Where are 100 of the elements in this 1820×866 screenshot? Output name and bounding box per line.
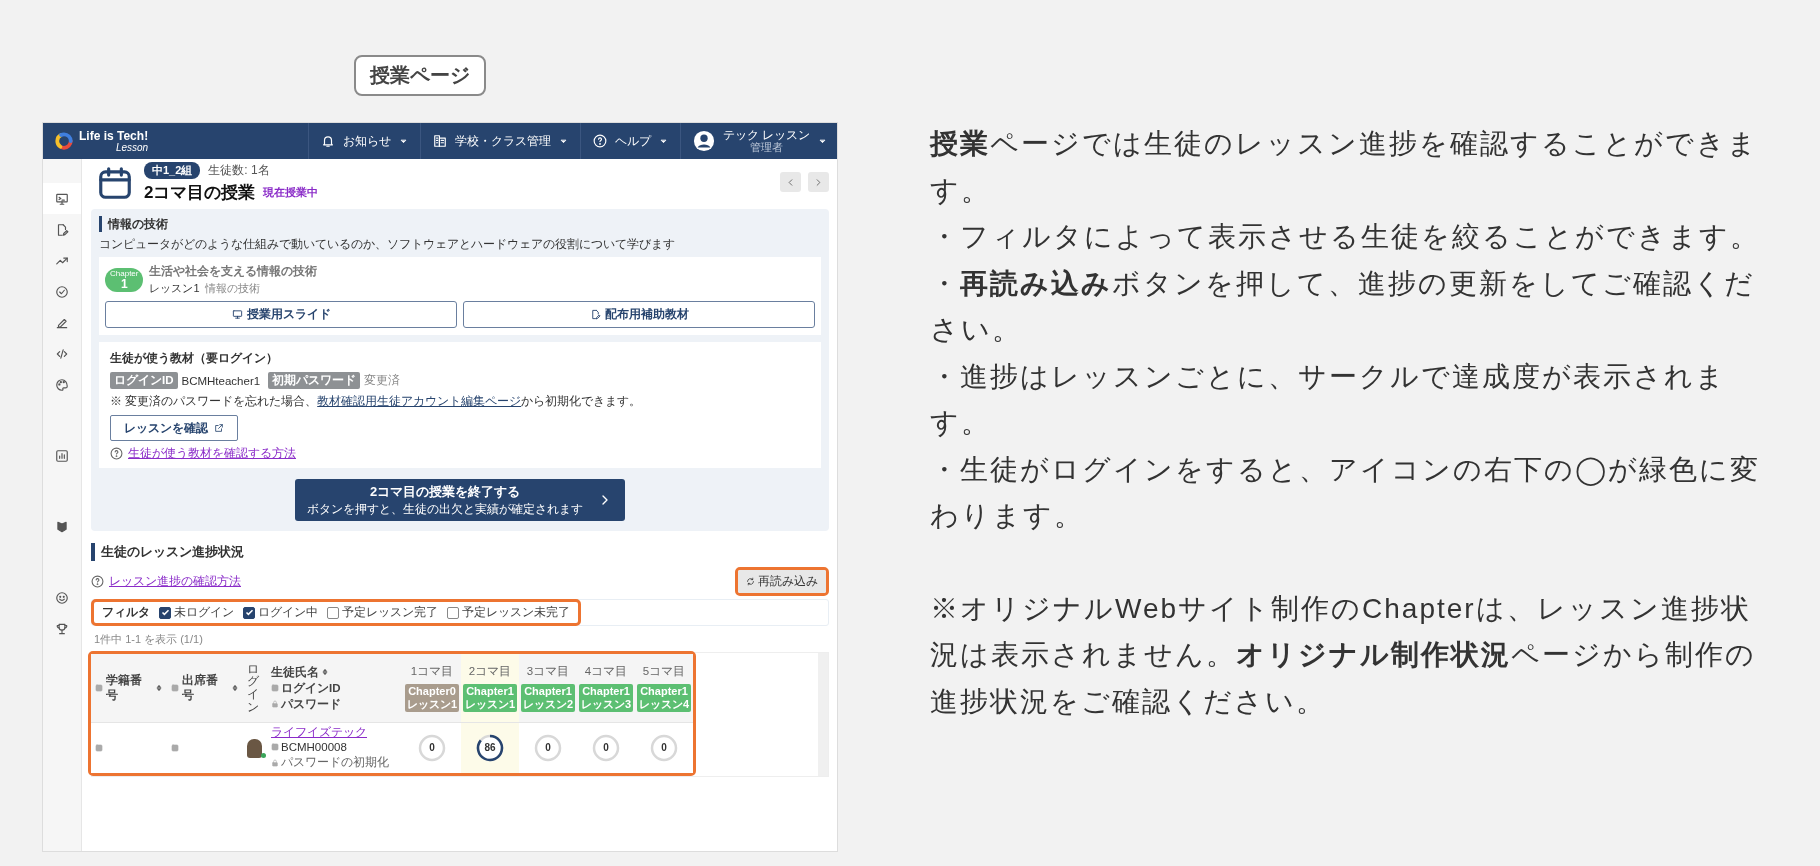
external-link-icon	[214, 423, 224, 433]
check-lesson-button[interactable]: レッスンを確認	[110, 415, 238, 441]
calendar-icon	[96, 164, 134, 202]
monitor-icon	[55, 191, 69, 206]
description-text: ・フィルタによって表示させる生徒を絞ることができます。	[930, 220, 1761, 254]
period-label: 1コマ目	[410, 663, 454, 679]
id-icon	[171, 684, 179, 692]
id-icon	[171, 744, 179, 752]
progress-ring	[650, 734, 678, 762]
progress-value: 86	[484, 743, 496, 753]
progress-ring	[534, 734, 562, 762]
progress-value: 0	[603, 743, 609, 753]
column-header: パスワード	[281, 696, 341, 712]
chapter-title: 生活や社会を支える情報の技術	[149, 263, 318, 280]
help-icon	[110, 447, 123, 460]
description-text: ・再読み込みボタンを押して、進捗の更新をしてご確認ください。	[930, 266, 1756, 347]
checkmark-icon	[244, 608, 254, 617]
palette-icon	[55, 377, 69, 392]
description-text: 授業ページでは生徒のレッスン進捗を確認することができます。	[930, 127, 1759, 208]
login-id: BCMHteacher1	[181, 374, 261, 387]
material-button[interactable]: 配布用補助教材	[463, 301, 815, 328]
filter-checkbox[interactable]: 未ログイン	[159, 605, 234, 620]
bar-chart-icon	[55, 448, 69, 463]
period-label: 5コマ目	[642, 663, 686, 679]
checkmark-icon	[160, 608, 170, 617]
chapter-badge: Chapter1 レッスン2	[520, 683, 576, 713]
unit-description: コンピュータがどのような仕組みで動いているのか、ソフトウェアとハードウェアの役割について学びます	[99, 237, 676, 252]
label-tag: ログインID	[110, 372, 178, 389]
account-edit-link[interactable]: 教材確認用生徒アカウント編集ページ	[317, 395, 522, 407]
description-text: ・進捗はレッスンごとに、サークルで達成度が表示されます。	[930, 359, 1727, 440]
bell-icon	[320, 134, 335, 148]
chapter-badge: Chapter1 レッスン3	[578, 683, 634, 713]
chapter-number-badge: Chapter 1	[105, 267, 144, 292]
filter-checkbox[interactable]: 予定レッスン未完了	[447, 605, 570, 620]
chapter-badge: Chapter0 レッスン1	[404, 683, 460, 713]
end-lesson-button[interactable]: 2コマ目の授業を終了する ボタンを押すと、生徒の出欠と実績が確定されます	[295, 479, 625, 521]
nav-menu-button[interactable]: ヘルプ	[579, 123, 680, 159]
document-icon	[55, 222, 69, 237]
logo-subtitle: Lesson	[115, 142, 149, 153]
period-label: 2コマ目	[468, 663, 512, 679]
description-text: ・生徒がログインをすると、アイコンの右下の◯が緑色に変わります。	[930, 452, 1761, 533]
login-id: BCMH00008	[281, 741, 347, 753]
sort-icon	[321, 668, 329, 676]
progress-value: 0	[429, 743, 435, 753]
progress-ring	[592, 734, 620, 762]
password-reset-link[interactable]: パスワードの初期化	[281, 754, 389, 771]
help-link[interactable]: レッスン進捗の確認方法	[109, 574, 241, 589]
user-name: テック レッスン	[722, 128, 810, 142]
filter-label: フィルタ	[102, 605, 150, 620]
column-header[interactable]: 生徒氏名	[271, 664, 319, 680]
sort-icon	[231, 684, 239, 692]
user-role: 管理者	[749, 141, 783, 154]
lesson-title: 2コマ目の授業	[144, 182, 256, 204]
result-count: 1件中 1-1 を表示 (1/1)	[94, 632, 204, 647]
lock-icon	[271, 700, 279, 708]
column-header: ログインID	[281, 680, 341, 696]
lesson-number: レッスン1	[149, 281, 200, 296]
student-name-link[interactable]: ライフイズテック	[271, 725, 367, 740]
password-status: 変更済	[364, 373, 401, 388]
label-tag: 初期パスワード	[268, 372, 361, 389]
chapter-badge: Chapter1 レッスン4	[636, 683, 692, 713]
progress-value: 0	[661, 743, 667, 753]
section-heading: 情報の技術	[99, 216, 821, 232]
id-icon	[271, 743, 279, 751]
help-link[interactable]: 生徒が使う教材を確認する方法	[128, 446, 296, 461]
section-heading: 生徒のレッスン進捗状況	[91, 543, 829, 561]
lesson-status: 現在授業中	[263, 185, 319, 200]
user-menu-button[interactable]: テック レッスン 管理者	[679, 123, 837, 159]
lock-icon	[271, 758, 279, 767]
id-icon	[271, 684, 279, 692]
chapter-badge: Chapter1 レッスン1	[462, 683, 518, 713]
period-label: 4コマ目	[584, 663, 628, 679]
id-icon	[95, 744, 103, 752]
page-title-label: 授業ページ	[354, 55, 486, 96]
nav-menu-button[interactable]: 学校・クラス管理	[419, 123, 580, 159]
column-header: ログイン	[247, 662, 260, 714]
help-icon	[91, 575, 104, 588]
sidebar-button[interactable]	[43, 183, 81, 214]
logo-mark-icon	[55, 132, 73, 150]
note-text: ※オリジナルWebサイト制作のChapterは、レッスン進捗状況は表示されません。オリジナル制作状況ページから制作の進捗状況をご確認ください。	[930, 591, 1757, 719]
progress-value: 0	[545, 743, 551, 753]
filter-checkbox[interactable]: 予定レッスン完了	[327, 605, 438, 620]
student-count: 生徒数: 1名	[208, 162, 270, 179]
reload-button[interactable]: 再読み込み	[738, 570, 826, 593]
avatar-icon	[692, 130, 715, 152]
material-button[interactable]: 授業用スライド	[105, 301, 457, 328]
help-icon	[592, 134, 607, 148]
id-icon	[95, 684, 103, 692]
note-text: ※ 変更済のパスワードを忘れた場合、教材確認用生徒アカウント編集ページから初期化できます。	[110, 394, 643, 409]
sort-icon	[155, 684, 163, 692]
building-icon	[432, 134, 447, 148]
reload-icon	[746, 577, 755, 586]
nav-menu-button[interactable]: お知らせ	[307, 123, 420, 159]
trophy-icon	[55, 621, 69, 636]
check-circle-icon	[55, 284, 69, 299]
filter-checkbox[interactable]: ログイン中	[243, 605, 318, 620]
monitor-icon	[231, 309, 243, 320]
code-icon	[55, 346, 69, 361]
lesson-name: 情報の技術	[204, 281, 260, 296]
shield-icon	[55, 519, 69, 534]
